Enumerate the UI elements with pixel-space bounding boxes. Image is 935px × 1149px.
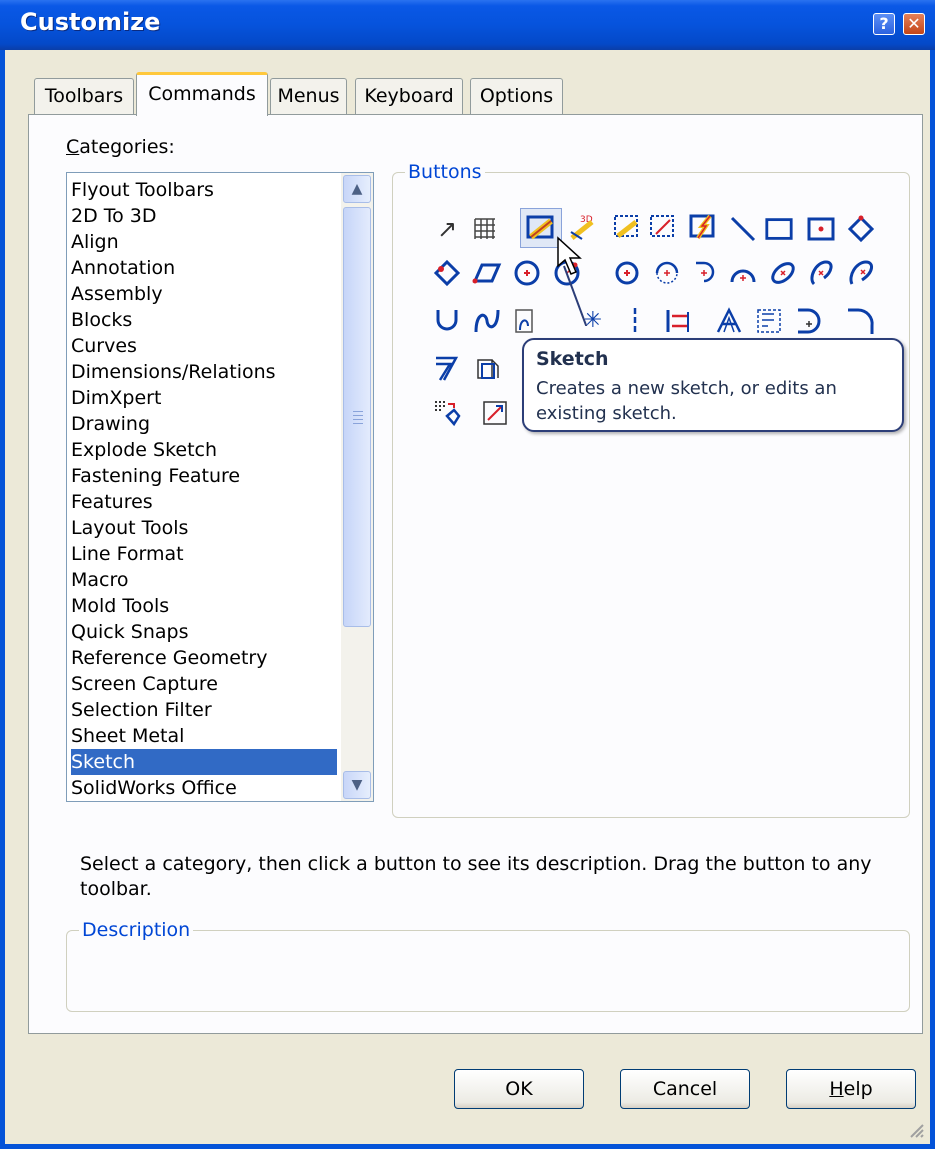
ok-button[interactable]: OK bbox=[454, 1069, 584, 1109]
help-button[interactable]: Help bbox=[786, 1069, 916, 1109]
list-item[interactable]: Macro bbox=[71, 567, 337, 593]
description-legend: Description bbox=[79, 919, 194, 941]
list-item[interactable]: Dimensions/Relations bbox=[71, 359, 337, 385]
convert-entities-icon[interactable] bbox=[648, 212, 678, 242]
center-rectangle-icon[interactable] bbox=[806, 214, 836, 244]
cancel-button[interactable]: Cancel bbox=[620, 1069, 750, 1109]
list-item[interactable]: Flyout Toolbars bbox=[71, 177, 337, 203]
scroll-thumb[interactable] bbox=[343, 207, 371, 627]
spline-icon[interactable] bbox=[472, 306, 502, 336]
description-groupbox: Description bbox=[66, 919, 910, 1012]
offset-entities-icon[interactable] bbox=[794, 306, 824, 336]
sketch-chamfer-icon[interactable] bbox=[754, 306, 784, 336]
close-button[interactable]: ✕ bbox=[903, 13, 925, 35]
list-item-selected[interactable]: Sketch bbox=[71, 749, 337, 775]
tangent-arc-icon[interactable] bbox=[652, 258, 682, 288]
tooltip-title: Sketch bbox=[536, 348, 609, 370]
ellipse-icon[interactable] bbox=[768, 258, 798, 288]
scroll-up-button[interactable]: ▲ bbox=[343, 175, 371, 203]
list-item[interactable]: Align bbox=[71, 229, 337, 255]
title-bar[interactable]: Customize ? ✕ bbox=[0, 0, 935, 50]
tooltip-text: Creates a new sketch, or edits an existi… bbox=[536, 378, 837, 424]
list-item[interactable]: Quick Snaps bbox=[71, 619, 337, 645]
window-border-bottom bbox=[0, 1144, 935, 1149]
list-item[interactable]: Mold Tools bbox=[71, 593, 337, 619]
scroll-grip-line bbox=[353, 415, 363, 416]
mirror-entities-icon[interactable] bbox=[664, 306, 694, 336]
tab-commands[interactable]: Commands bbox=[136, 72, 268, 116]
sketch-picture-icon[interactable] bbox=[612, 212, 642, 242]
text-icon[interactable] bbox=[714, 306, 744, 336]
list-item[interactable]: Explode Sketch bbox=[71, 437, 337, 463]
categories-listbox[interactable]: Flyout Toolbars 2D To 3D Align Annotatio… bbox=[66, 172, 374, 802]
select-arrow-icon[interactable]: ↗ bbox=[432, 214, 462, 244]
3-point-corner-rectangle-icon[interactable] bbox=[432, 258, 462, 288]
centerline-icon[interactable] bbox=[620, 306, 650, 336]
u-shape-icon[interactable] bbox=[432, 306, 462, 336]
categories-label: Categories: bbox=[66, 136, 175, 158]
diamond-icon[interactable] bbox=[846, 214, 876, 244]
list-item[interactable]: SolidWorks Office bbox=[71, 775, 337, 801]
line-icon[interactable] bbox=[728, 214, 758, 244]
list-item[interactable]: 2D To 3D bbox=[71, 203, 337, 229]
pattern-icon[interactable] bbox=[432, 398, 462, 428]
parallelogram-icon[interactable] bbox=[472, 258, 502, 288]
resize-grip-icon[interactable] bbox=[905, 1119, 925, 1139]
scroll-grip-line bbox=[353, 411, 363, 412]
list-item[interactable]: Line Format bbox=[71, 541, 337, 567]
sketch-block-icon[interactable] bbox=[472, 354, 502, 384]
sketch-fillet-icon[interactable] bbox=[728, 258, 758, 288]
mouse-cursor-icon bbox=[557, 236, 588, 326]
list-item[interactable]: Screen Capture bbox=[71, 671, 337, 697]
scroll-down-button[interactable]: ▼ bbox=[343, 771, 371, 799]
move-entities-icon[interactable] bbox=[480, 398, 510, 428]
spline-on-surface-icon[interactable] bbox=[512, 306, 542, 336]
list-item[interactable]: Selection Filter bbox=[71, 697, 337, 723]
customize-dialog: Customize ? ✕ Toolbars Commands Menus Ke… bbox=[0, 0, 935, 1149]
instruction-text: Select a category, then click a button t… bbox=[80, 853, 872, 900]
list-item[interactable]: Features bbox=[71, 489, 337, 515]
window-border-right bbox=[930, 50, 935, 1149]
list-item[interactable]: Layout Tools bbox=[71, 515, 337, 541]
help-title-button[interactable]: ? bbox=[873, 13, 895, 35]
trim-icon[interactable] bbox=[846, 306, 876, 336]
list-item[interactable]: Curves bbox=[71, 333, 337, 359]
window-border-left bbox=[0, 50, 5, 1149]
categories-scrollbar[interactable]: ▲ ▼ bbox=[341, 173, 373, 801]
polygon-icon[interactable] bbox=[432, 354, 462, 384]
scroll-grip-line bbox=[353, 423, 363, 424]
parabola-icon[interactable] bbox=[846, 258, 876, 288]
list-item[interactable]: Assembly bbox=[71, 281, 337, 307]
window-title: Customize bbox=[20, 8, 161, 36]
buttons-legend: Buttons bbox=[405, 161, 485, 183]
tab-toolbars[interactable]: Toolbars bbox=[34, 78, 134, 114]
scroll-grip-line bbox=[353, 419, 363, 420]
centerpoint-arc-icon[interactable] bbox=[612, 258, 642, 288]
list-item[interactable]: Drawing bbox=[71, 411, 337, 437]
tab-keyboard[interactable]: Keyboard bbox=[355, 78, 463, 114]
tab-options[interactable]: Options bbox=[470, 78, 563, 114]
partial-ellipse-icon[interactable] bbox=[806, 258, 836, 288]
tab-menus[interactable]: Menus bbox=[270, 78, 347, 114]
circle-icon[interactable] bbox=[512, 258, 542, 288]
list-item[interactable]: Sheet Metal bbox=[71, 723, 337, 749]
list-item[interactable]: DimXpert bbox=[71, 385, 337, 411]
rectangle-icon[interactable] bbox=[764, 214, 794, 244]
grid-icon[interactable] bbox=[470, 214, 500, 244]
list-item[interactable]: Annotation bbox=[71, 255, 337, 281]
list-item[interactable]: Blocks bbox=[71, 307, 337, 333]
list-item[interactable]: Fastening Feature bbox=[71, 463, 337, 489]
3-point-arc-icon[interactable] bbox=[690, 258, 720, 288]
list-item[interactable]: Reference Geometry bbox=[71, 645, 337, 671]
sketch-tooltip: Sketch Creates a new sketch, or edits an… bbox=[522, 338, 904, 432]
smart-sketch-icon[interactable] bbox=[688, 212, 718, 242]
